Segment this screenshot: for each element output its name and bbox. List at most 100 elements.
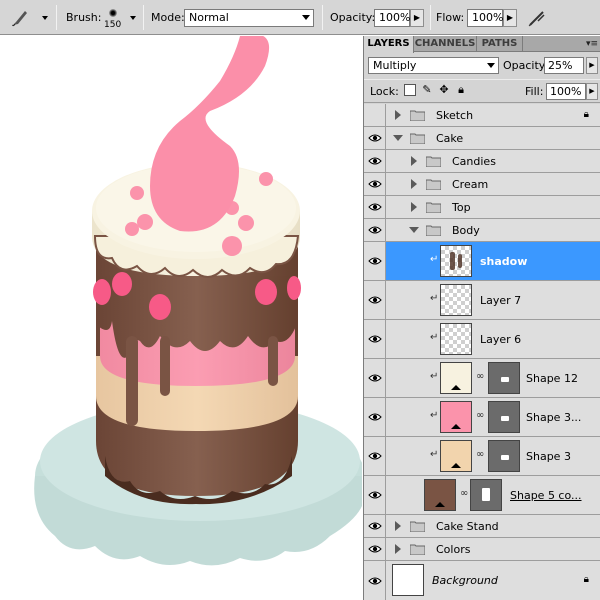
expand-triangle-icon[interactable] xyxy=(411,156,417,166)
lock-transparent-icon[interactable] xyxy=(404,84,416,96)
visibility-toggle[interactable] xyxy=(364,359,386,397)
visibility-toggle[interactable] xyxy=(364,538,386,560)
layer-opacity-slider-toggle[interactable]: ▶ xyxy=(586,57,598,74)
layer-row-shape-12[interactable]: ↵ ∞ Shape 12 xyxy=(364,359,600,398)
layer-name: Shape 3... xyxy=(526,411,582,424)
layer-row-colors[interactable]: Colors xyxy=(364,538,600,561)
tool-preset-dropdown-icon[interactable] xyxy=(42,16,48,20)
expand-triangle-icon[interactable] xyxy=(411,179,417,189)
brush-dropdown-icon[interactable] xyxy=(130,16,136,20)
layer-row-shape-5-copy[interactable]: ∞ Shape 5 co... xyxy=(364,476,600,515)
visibility-toggle[interactable] xyxy=(364,320,386,358)
vector-mask-thumbnail[interactable] xyxy=(470,479,502,511)
visibility-toggle[interactable] xyxy=(364,515,386,537)
fill-color-thumbnail[interactable] xyxy=(440,401,472,433)
visibility-toggle[interactable] xyxy=(364,173,386,195)
layer-row-background[interactable]: Background 🔒︎ xyxy=(364,561,600,600)
visibility-toggle[interactable] xyxy=(364,196,386,218)
layer-row-cake-stand[interactable]: Cake Stand xyxy=(364,515,600,538)
lock-all-icon[interactable]: 🔒︎ xyxy=(455,84,467,96)
visibility-toggle[interactable] xyxy=(364,104,386,126)
layer-row-body[interactable]: Body xyxy=(364,219,600,242)
opacity-slider-toggle[interactable]: ▶ xyxy=(410,9,424,27)
link-chain-icon[interactable]: ∞ xyxy=(476,371,484,382)
visibility-toggle[interactable] xyxy=(364,150,386,172)
airbrush-icon[interactable] xyxy=(526,7,548,29)
layer-row-cream[interactable]: Cream xyxy=(364,173,600,196)
layer-opacity-label: Opacity: xyxy=(503,59,549,72)
fill-color-thumbnail[interactable] xyxy=(424,479,456,511)
visibility-toggle[interactable] xyxy=(364,437,386,475)
lock-position-move-icon[interactable]: ✥ xyxy=(438,84,450,96)
visibility-toggle[interactable] xyxy=(364,476,386,514)
mode-select[interactable]: Normal xyxy=(184,9,314,27)
collapse-triangle-icon[interactable] xyxy=(393,135,403,141)
vector-mask-thumbnail[interactable] xyxy=(488,401,520,433)
visibility-toggle[interactable] xyxy=(364,127,386,149)
expand-triangle-icon[interactable] xyxy=(411,202,417,212)
fill-input[interactable]: 100% xyxy=(546,83,586,100)
layer-name: Shape 5 co... xyxy=(510,489,582,502)
lock-label: Lock: xyxy=(370,85,399,98)
brush-preview-icon[interactable] xyxy=(109,9,117,17)
separator xyxy=(430,5,431,30)
collapse-triangle-icon[interactable] xyxy=(409,227,419,233)
folder-icon xyxy=(410,133,425,144)
eye-icon xyxy=(368,257,382,265)
fill-color-thumbnail[interactable] xyxy=(440,440,472,472)
visibility-toggle[interactable] xyxy=(364,281,386,319)
eye-icon xyxy=(368,203,382,211)
layer-row-cake[interactable]: Cake xyxy=(364,127,600,150)
layer-name: shadow xyxy=(480,255,528,268)
blend-mode-select[interactable]: Multiply xyxy=(368,57,499,74)
opacity-input[interactable]: 100% xyxy=(374,9,410,27)
visibility-toggle[interactable] xyxy=(364,242,386,280)
flow-label: Flow: xyxy=(436,11,465,24)
layer-name: Layer 7 xyxy=(480,294,522,307)
layer-row-sketch[interactable]: Sketch 🔒︎ xyxy=(364,104,600,127)
visibility-toggle[interactable] xyxy=(364,219,386,241)
clipping-arrow-icon: ↵ xyxy=(430,254,439,265)
opacity-value: 100% xyxy=(379,11,411,24)
panel-menu-icon[interactable]: ▾≡ xyxy=(586,39,598,49)
vector-mask-thumbnail[interactable] xyxy=(488,440,520,472)
fill-slider-toggle[interactable]: ▶ xyxy=(586,83,598,100)
layer-opacity-input[interactable]: 25% xyxy=(544,57,584,74)
expand-triangle-icon[interactable] xyxy=(395,521,401,531)
brush-label: Brush: xyxy=(66,11,102,24)
flow-input[interactable]: 100% xyxy=(467,9,503,27)
layer-row-layer-6[interactable]: ↵ Layer 6 xyxy=(364,320,600,359)
layer-row-shape-3-copy[interactable]: ↵ ∞ Shape 3... xyxy=(364,398,600,437)
lock-image-brush-icon[interactable]: ✎ xyxy=(421,84,433,96)
visibility-toggle[interactable] xyxy=(364,561,386,600)
expand-triangle-icon[interactable] xyxy=(395,110,401,120)
clipping-arrow-icon: ↵ xyxy=(430,293,439,304)
visibility-toggle[interactable] xyxy=(364,398,386,436)
eye-icon xyxy=(368,577,382,584)
tab-layers[interactable]: LAYERS xyxy=(364,36,414,53)
link-chain-icon[interactable]: ∞ xyxy=(476,410,484,421)
document-canvas[interactable] xyxy=(0,36,362,600)
separator xyxy=(143,5,144,30)
layer-row-shape-3[interactable]: ↵ ∞ Shape 3 xyxy=(364,437,600,476)
expand-triangle-icon[interactable] xyxy=(395,544,401,554)
folder-icon xyxy=(410,521,425,532)
layer-row-shadow[interactable]: ↵ shadow xyxy=(364,242,600,281)
layer-name: Sketch xyxy=(436,109,474,122)
brush-size: 150 xyxy=(104,20,122,30)
layer-row-layer-7[interactable]: ↵ Layer 7 xyxy=(364,281,600,320)
flow-slider-toggle[interactable]: ▶ xyxy=(503,9,517,27)
eye-icon xyxy=(368,413,382,421)
opacity-label: Opacity: xyxy=(330,11,376,24)
fill-color-thumbnail[interactable] xyxy=(440,362,472,394)
layer-row-top[interactable]: Top xyxy=(364,196,600,219)
link-chain-icon[interactable]: ∞ xyxy=(476,449,484,460)
vector-mask-thumbnail[interactable] xyxy=(488,362,520,394)
brush-tool-icon[interactable] xyxy=(10,8,30,28)
layer-name: Cream xyxy=(452,178,489,191)
layer-name: Cake Stand xyxy=(436,520,499,533)
layer-row-candies[interactable]: Candies xyxy=(364,150,600,173)
tab-paths[interactable]: PATHS xyxy=(477,36,523,52)
link-chain-icon[interactable]: ∞ xyxy=(460,488,468,499)
tab-channels[interactable]: CHANNELS xyxy=(414,36,477,52)
